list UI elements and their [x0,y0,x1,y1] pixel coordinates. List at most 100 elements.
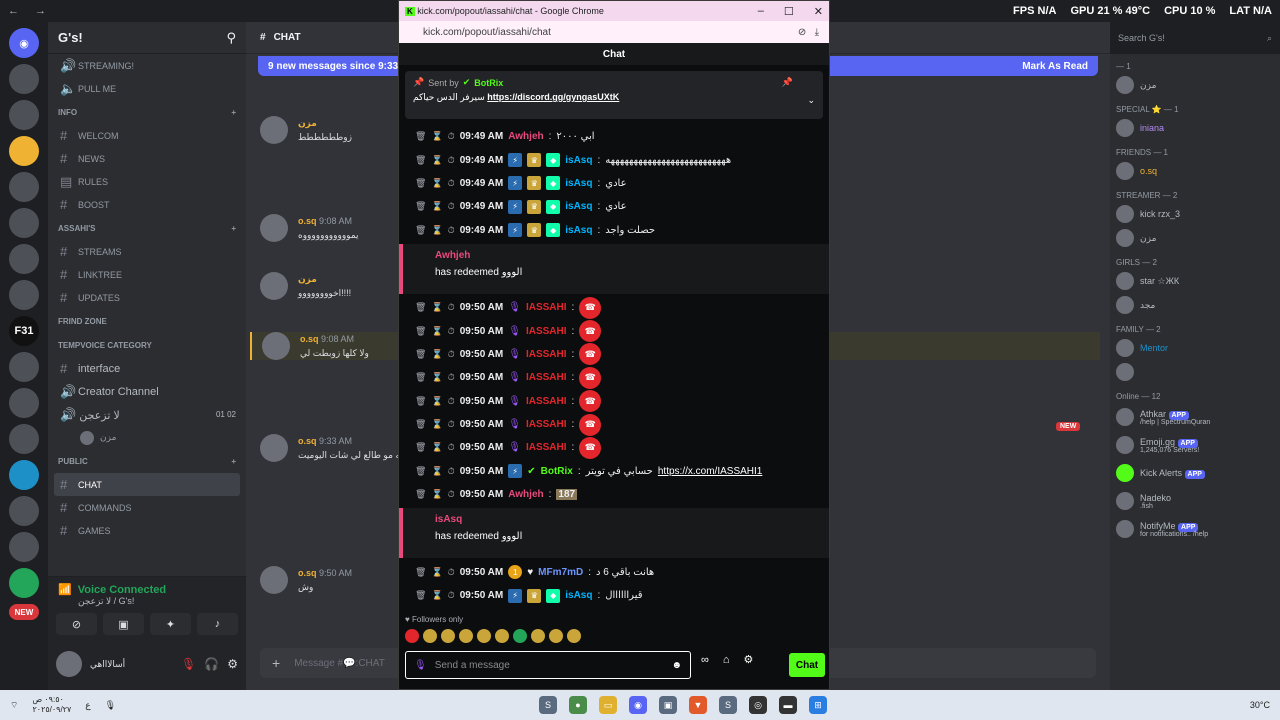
delete-icon[interactable]: 🗑 [415,302,426,313]
plus-icon[interactable]: + [231,108,236,117]
server-icon[interactable] [9,172,39,202]
delete-icon[interactable]: 🗑 [415,225,426,236]
channel-games[interactable]: # GAMES [48,519,246,542]
chat-line[interactable]: 🗑 ⌛ ⏱ 09:49 AM ⚡ ♛ ◆ isAsq: هههههههههههههههههههه… [399,148,829,171]
brave-icon[interactable]: ▼ [689,696,707,714]
chat-line[interactable]: 🗑 ⌛ ⏱ 09:50 AM 🎙 IASSAHI: ☎ [399,319,829,343]
server-icon[interactable] [9,64,39,94]
timeout-icon[interactable]: ⌛ [431,225,442,236]
member-row[interactable]: star ☆ЖК [1110,269,1280,293]
delete-icon[interactable]: 🗑 [415,567,426,578]
timeout-icon[interactable]: ⌛ [431,372,442,383]
delete-icon[interactable]: 🗑 [415,396,426,407]
delete-icon[interactable]: 🗑 [415,349,426,360]
timeout-icon[interactable]: ⌛ [431,590,442,601]
channel-rules[interactable]: ▤ RULES [48,170,246,193]
language-icon[interactable]: ع [85,700,90,711]
timeout-icon[interactable]: ⌛ [431,178,442,189]
server-header[interactable]: G's! ⚲ [48,22,246,54]
category-assahi[interactable]: ASSAHI'S + [48,216,246,240]
chat-line[interactable]: 🗑 ⌛ ⏱ 09:50 AM 🎙 IASSAHI: ☎ [399,343,829,366]
delete-icon[interactable]: 🗑 [415,442,426,453]
channel-welcom[interactable]: # WELCOM [48,124,246,147]
obs-icon[interactable]: ◎ [749,696,767,714]
delete-icon[interactable]: 🗑 [415,489,426,500]
send-chat-button[interactable]: Chat [789,653,825,677]
chat-line[interactable]: 🗑 ⌛ ⏱ 09:50 AM 🎙 IASSAHI: ☎ [399,436,829,459]
emote-icon[interactable] [549,629,563,643]
folder-icon[interactable] [9,136,39,166]
maximize-icon[interactable]: ☐ [784,5,794,18]
delete-icon[interactable]: 🗑 [415,178,426,189]
screen-share-icon[interactable]: ▣ [103,613,144,635]
emote-icon[interactable] [405,629,419,643]
channel-boost[interactable]: # BOOST [48,193,246,216]
mic-icon[interactable]: 🎙 [105,700,116,711]
server-f31[interactable]: F31 [9,316,39,346]
member-row[interactable]: Athkar APP/help | SpectrumQuran [1110,403,1280,431]
timeout-icon[interactable]: ⌛ [431,567,442,578]
server-icon[interactable] [9,244,39,274]
emote-icon[interactable] [459,629,473,643]
category-info[interactable]: INFO + [48,100,246,124]
chat-line[interactable]: 🗑 ⌛ ⏱ 09:50 AM ⚡ ✔ BotRix: حسابي في تويتر https:… [399,460,829,483]
timeout-icon[interactable]: ⌛ [431,442,442,453]
eye-off-icon[interactable]: ⊘ [798,27,806,38]
steam-icon[interactable]: S [719,696,737,714]
category-frind-zone[interactable]: FRIND ZONE [48,309,246,333]
channel-updates[interactable]: # UPDATES [48,286,246,309]
chat-line[interactable]: 🗑 ⌛ ⏱ 09:49 AM ⚡ ♛ ◆ isAsq: حصلت واجد [399,219,829,242]
emote-icon[interactable] [441,629,455,643]
plus-icon[interactable]: + [231,224,236,233]
activities-icon[interactable]: ✦ [150,613,191,635]
headphones-icon[interactable]: 🎧 [204,657,219,671]
minimize-icon[interactable]: – [758,5,764,18]
channel-streaming[interactable]: 🔊 STREAMING! [48,54,246,77]
chrome-icon[interactable]: ● [569,696,587,714]
download-icon[interactable]: ⤓ [815,27,819,38]
channel-chat[interactable]: # CHAT [54,473,240,496]
discord-icon[interactable]: ◉ [629,696,647,714]
emote-icon[interactable] [495,629,509,643]
chat-line[interactable]: 🗑 ⌛ ⏱ 09:50 AM Awhjeh:187 [399,483,829,506]
chat-line[interactable]: 🗑 ⌛ ⏱ 09:50 AM 🎙 IASSAHI: ☎ [399,390,829,413]
timeout-icon[interactable]: ⌛ [431,489,442,500]
chat-line[interactable]: 🗑 ⌛ ⏱ 09:50 AM 1 ♥ MFm7mD: هانت باقي 6 د [399,560,829,583]
server-icon[interactable] [9,388,39,418]
delete-icon[interactable]: 🗑 [415,466,426,477]
member-row[interactable]: kick rzx_3 [1110,202,1280,226]
chevron-down-icon[interactable]: ⌄ [807,95,815,106]
twitter-link[interactable]: https://x.com/IASSAHI1 [658,466,762,477]
timeout-icon[interactable]: ⌛ [431,419,442,430]
member-row[interactable]: NotifyMe APP for notifications.. /help [1110,515,1280,543]
send-message-input[interactable]: 🎙 Send a message ☻ [405,651,691,679]
timeout-icon[interactable]: ⌛ [431,396,442,407]
channel-linktree[interactable]: # LINKTREE [48,263,246,286]
gear-icon[interactable]: ⚙ [227,657,238,671]
server-icon[interactable] [9,208,39,238]
add-friend-icon[interactable]: ⚲ [226,30,236,46]
member-row[interactable]: o.sq [1110,159,1280,183]
folder-icon[interactable]: ▭ [599,696,617,714]
timeout-icon[interactable]: ⌛ [431,302,442,313]
member-row[interactable]: Kick Alerts APP [1110,459,1280,487]
back-arrow-icon[interactable]: ← [8,5,19,17]
chat-line[interactable]: 🗑 ⌛ ⏱ 09:50 AM 🎙 IASSAHI: ☎ [399,366,829,389]
search-input[interactable]: Search G's! ⌕ [1110,22,1280,54]
server-icon[interactable] [9,568,39,598]
delete-icon[interactable]: 🗑 [415,326,426,337]
emote-icon[interactable] [423,629,437,643]
delete-icon[interactable]: 🗑 [415,419,426,430]
member-row[interactable]: iniana [1110,116,1280,140]
link-icon[interactable]: ∞ [701,654,709,666]
chat-line[interactable]: 🗑 ⌛ ⏱ 09:49 AM ⚡ ♛ ◆ isAsq: عادي [399,172,829,195]
plus-icon[interactable]: + [231,457,236,466]
soundboard-icon[interactable]: ♪ [197,613,238,635]
emote-icon[interactable] [567,629,581,643]
member-row[interactable]: Emoji.gg APP 1,245,076 Servers! [1110,431,1280,459]
mark-read-button[interactable]: Mark As Read [1022,61,1088,72]
channel-commands[interactable]: # COMMANDS [48,496,246,519]
member-row[interactable]: Nadeko .fish [1110,487,1280,515]
channel-news[interactable]: # NEWS [48,147,246,170]
address-bar[interactable]: kick.com/popout/iassahi/chat ⊘ ⤓ [399,21,829,43]
